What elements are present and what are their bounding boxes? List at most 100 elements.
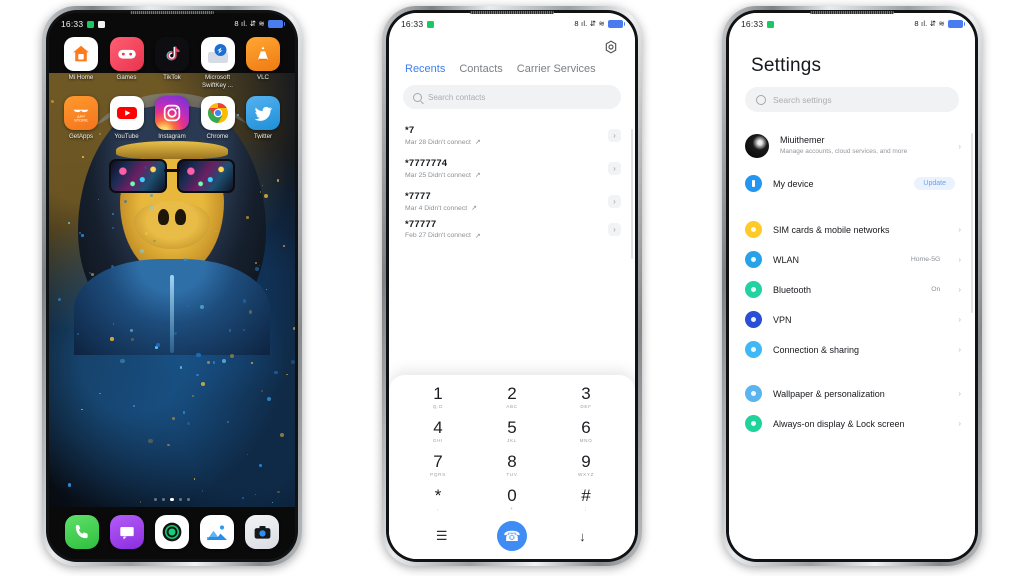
- setting-icon: [745, 385, 762, 402]
- page-dot[interactable]: [170, 498, 173, 501]
- wallpaper-speck: [156, 343, 160, 347]
- tab-contacts[interactable]: Contacts: [459, 63, 502, 75]
- chevron-right-icon[interactable]: ›: [608, 162, 621, 175]
- update-badge[interactable]: Update: [914, 177, 955, 190]
- outgoing-call-icon: ↗: [475, 138, 481, 146]
- outgoing-call-icon: ↗: [475, 171, 481, 179]
- call-button[interactable]: ☎: [497, 521, 527, 551]
- dialpad-key-8[interactable]: 8 TUV: [486, 453, 538, 478]
- instagram-icon[interactable]: [155, 96, 189, 130]
- app-getapps[interactable]: APP STORE GetApps: [59, 96, 103, 141]
- app-label: Instagram: [158, 133, 186, 141]
- dialpad-row: *, 0 + #;: [401, 487, 623, 512]
- key-digit: 1: [433, 385, 442, 402]
- setting-label: Connection & sharing: [773, 345, 859, 355]
- tab-recents[interactable]: Recents: [405, 63, 445, 75]
- tiktok-icon[interactable]: [155, 37, 189, 71]
- gear-icon[interactable]: [603, 39, 619, 55]
- settings-row-connection-sharing[interactable]: Connection & sharing ›: [729, 334, 975, 364]
- dialpad-key-7[interactable]: 7 PQRS: [412, 453, 464, 478]
- menu-icon[interactable]: ☰: [416, 528, 468, 544]
- wallpaper-speck: [255, 494, 256, 495]
- setting-icon: [745, 251, 762, 268]
- dialpad-key-star[interactable]: *,: [412, 487, 464, 512]
- mi-home-icon[interactable]: [64, 37, 98, 71]
- app-youtube[interactable]: YouTube: [105, 96, 149, 141]
- app-grid: Mi Home Games TikTok Microsoft SwiftKey ...…: [49, 37, 295, 148]
- app-vlc[interactable]: VLC: [241, 37, 285, 89]
- settings-row-sim-cards-mobile-networks[interactable]: SIM cards & mobile networks ›: [729, 214, 975, 244]
- settings-row-always-on-display-lock-screen[interactable]: Always-on display & Lock screen ›: [729, 408, 975, 438]
- wallpaper-speck: [120, 359, 124, 363]
- app-tiktok[interactable]: TikTok: [150, 37, 194, 89]
- app-twitter[interactable]: Twitter: [241, 96, 285, 141]
- vlc-icon[interactable]: [246, 37, 280, 71]
- dialpad-key-4[interactable]: 4 GHI: [412, 419, 464, 444]
- settings-scrollbar[interactable]: [971, 133, 973, 313]
- dock-gallery-icon[interactable]: [200, 515, 234, 549]
- page-dot[interactable]: [162, 498, 165, 501]
- key-letters: DEF: [580, 404, 591, 410]
- dialpad-key-2[interactable]: 2 ABC: [486, 385, 538, 410]
- twitter-icon[interactable]: [246, 96, 280, 130]
- device-text: My device: [773, 174, 903, 192]
- account-row[interactable]: Miuithemer Manage accounts, cloud servic…: [729, 126, 975, 166]
- page-indicator: [49, 498, 295, 501]
- search-placeholder: Search settings: [773, 95, 832, 105]
- dialpad-key-5[interactable]: 5 JKL: [486, 419, 538, 444]
- call-detail: Mar 28 Didn't connect ↗: [405, 138, 481, 146]
- settings-row-bluetooth[interactable]: Bluetooth On ›: [729, 274, 975, 304]
- call-log-row[interactable]: *7777 Mar 4 Didn't connect ↗ ›: [389, 185, 635, 218]
- call-info: *7777774 Mar 25 Didn't connect ↗: [405, 158, 481, 179]
- call-number: *7777: [405, 191, 477, 202]
- swiftkey-icon[interactable]: [201, 37, 235, 71]
- call-log-row[interactable]: *7777774 Mar 25 Didn't connect ↗ ›: [389, 152, 635, 185]
- hide-keypad-icon[interactable]: ↓: [556, 529, 608, 544]
- dock-security-icon[interactable]: [155, 515, 189, 549]
- dock-camera-icon[interactable]: [245, 515, 279, 549]
- key-letters: Q,D: [433, 404, 443, 410]
- account-name: Miuithemer: [780, 135, 947, 146]
- dialpad-key-6[interactable]: 6 MNO: [560, 419, 612, 444]
- chevron-right-icon[interactable]: ›: [608, 129, 621, 142]
- settings-row-wallpaper-personalization[interactable]: Wallpaper & personalization ›: [729, 378, 975, 408]
- settings-row-vpn[interactable]: VPN ›: [729, 304, 975, 334]
- tab-carrier-services[interactable]: Carrier Services: [517, 63, 596, 75]
- chevron-right-icon[interactable]: ›: [608, 223, 621, 236]
- dialpad-key-0[interactable]: 0 +: [486, 487, 538, 512]
- call-list-scrollbar[interactable]: [631, 129, 633, 259]
- page-dot[interactable]: [154, 498, 157, 501]
- my-device-row[interactable]: My device Update: [729, 166, 975, 200]
- app-microsoft-swiftkey[interactable]: Microsoft SwiftKey ...: [196, 37, 240, 89]
- key-letters: WXYZ: [578, 472, 594, 478]
- chevron-right-icon[interactable]: ›: [608, 195, 621, 208]
- app-mi-home[interactable]: Mi Home: [59, 37, 103, 89]
- page-dot[interactable]: [179, 498, 182, 501]
- dialpad-key-3[interactable]: 3 DEF: [560, 385, 612, 410]
- chrome-icon[interactable]: [201, 96, 235, 130]
- wallpaper-speck: [153, 240, 155, 242]
- dialpad-key-1[interactable]: 1 Q,D: [412, 385, 464, 410]
- signal-icons: 8 ıl. ⇵ ≋: [234, 20, 265, 28]
- dialpad-row: 7 PQRS 8 TUV 9 WXYZ: [401, 453, 623, 478]
- page-dot[interactable]: [187, 498, 190, 501]
- dialpad-key-9[interactable]: 9 WXYZ: [560, 453, 612, 478]
- youtube-icon[interactable]: [110, 96, 144, 130]
- dock-messages-icon[interactable]: [110, 515, 144, 549]
- getapps-icon[interactable]: APP STORE: [64, 96, 98, 130]
- app-label: Chrome: [206, 133, 228, 141]
- call-log-row[interactable]: *7 Mar 28 Didn't connect ↗ ›: [389, 119, 635, 152]
- app-chrome[interactable]: Chrome: [196, 96, 240, 141]
- dock-phone-icon[interactable]: [65, 515, 99, 549]
- dialpad-key-hash[interactable]: #;: [560, 487, 612, 512]
- search-settings-input[interactable]: Search settings: [745, 87, 959, 112]
- app-games[interactable]: Games: [105, 37, 149, 89]
- call-log-row[interactable]: *77777 Feb 27 Didn't connect ↗ ›: [389, 218, 635, 240]
- status-bar: 16:33 8 ıl. ⇵ ≋: [729, 13, 975, 35]
- settings-row-wlan[interactable]: WLAN Home-5G ›: [729, 244, 975, 274]
- games-icon[interactable]: [110, 37, 144, 71]
- app-instagram[interactable]: Instagram: [150, 96, 194, 141]
- dialpad-row: 1 Q,D 2 ABC 3 DEF: [401, 385, 623, 410]
- search-contacts-input[interactable]: Search contacts: [403, 85, 621, 109]
- section-divider-2: [729, 364, 975, 378]
